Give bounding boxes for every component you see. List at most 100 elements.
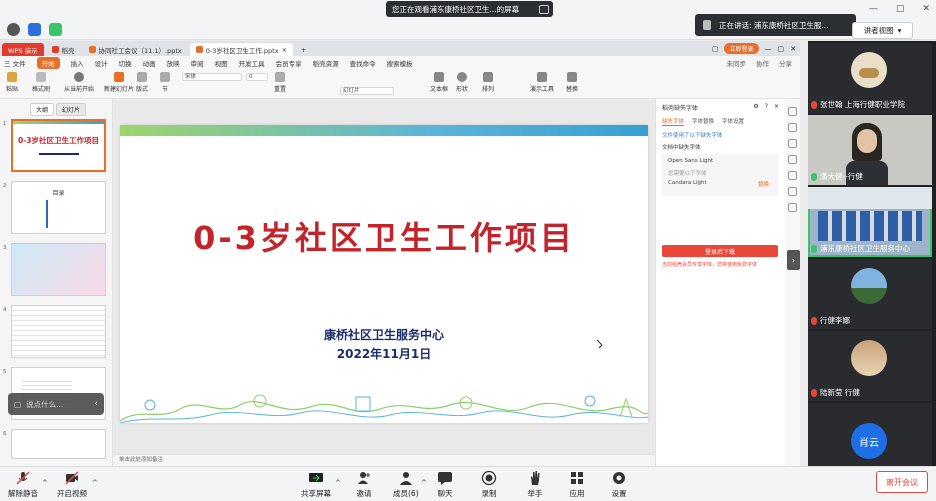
leave-meeting-button[interactable]: 离开会议	[876, 471, 928, 493]
menu-member[interactable]: 会员专享	[276, 58, 302, 68]
share-icon[interactable]	[788, 171, 797, 180]
shield-icon[interactable]	[28, 23, 41, 36]
chat-quick-input[interactable]: ▢ 说点什么... ‹	[8, 393, 104, 415]
menu-review[interactable]: 审阅	[191, 58, 204, 68]
menu-slideshow[interactable]: 放映	[167, 58, 180, 68]
sync-status[interactable]: 未同步	[727, 58, 747, 68]
unmute-button[interactable]: 解除静音	[8, 470, 38, 499]
tab-file-meeting[interactable]: 协同社工会议（11.1）.pptx	[83, 43, 188, 56]
missing-font-link[interactable]: 文件使用了以下缺失字体	[662, 131, 723, 139]
new-slide-button[interactable]: 新建幻灯片	[104, 72, 134, 93]
paste-button[interactable]: 粘贴	[6, 72, 18, 93]
view-mode-button[interactable]: 讲者视图 ▾	[852, 22, 913, 39]
chat-button[interactable]: 聊天	[437, 470, 453, 499]
menu-developer[interactable]: 开发工具	[239, 58, 265, 68]
share-button[interactable]: 分享	[779, 58, 792, 68]
participant-tile[interactable]: 张世翰 上海行健职业学院	[808, 43, 932, 113]
start-video-button[interactable]: 开启视频	[57, 470, 87, 499]
slide-thumb-2[interactable]: 目录	[11, 181, 106, 234]
replace-button[interactable]: 替换	[566, 72, 578, 93]
chevron-up-icon[interactable]: ^	[335, 479, 341, 487]
maximize-icon[interactable]: ▢	[896, 4, 905, 14]
collab-button[interactable]: 协作	[756, 58, 769, 68]
select-icon[interactable]	[788, 107, 797, 116]
participant-tile[interactable]: 陆新莹 行健	[808, 331, 932, 401]
menu-view[interactable]: 视图	[215, 58, 228, 68]
download-fonts-button[interactable]: 登录后下载	[662, 245, 778, 257]
minimize-icon[interactable]: —	[765, 45, 772, 53]
chevron-left-icon[interactable]: ‹	[94, 399, 98, 409]
menu-docer[interactable]: 稻壳资源	[313, 58, 339, 68]
current-slide[interactable]: 0-3岁社区卫生工作项目 康桥社区卫生服务中心 2022年11月1日	[120, 125, 648, 423]
settings-button[interactable]: 设置	[611, 470, 627, 499]
font-size-select[interactable]: 0	[246, 73, 268, 81]
record-button[interactable]: 录制	[481, 470, 497, 499]
chevron-up-icon[interactable]: ^	[92, 479, 98, 487]
chevron-up-icon[interactable]: ^	[421, 479, 427, 487]
expand-icon[interactable]	[539, 4, 549, 14]
invite-button[interactable]: 邀请	[356, 470, 372, 499]
format-painter-button[interactable]: 格式刷	[32, 72, 50, 93]
slide-thumb-3[interactable]	[11, 243, 106, 296]
replace-font-link[interactable]: 替换	[758, 180, 769, 188]
viewing-screen-banner[interactable]: 您正在观看浦东康桥社区卫生...的屏幕	[386, 1, 553, 17]
font-family-select[interactable]: 宋体	[182, 73, 242, 81]
menu-search-command[interactable]: 查找命令	[350, 58, 376, 68]
tab-file-current[interactable]: 0-3岁社区卫生工作.pptx ×	[189, 43, 294, 56]
maximize-icon[interactable]: ▢	[778, 45, 785, 53]
settings-icon[interactable]	[788, 187, 797, 196]
help-icon[interactable]	[788, 203, 797, 212]
apps-button[interactable]: 应用	[569, 470, 585, 499]
window-layout-icon[interactable]: ▢	[712, 45, 719, 53]
menu-insert[interactable]: 插入	[71, 58, 84, 68]
slide-field[interactable]: 幻灯片	[340, 87, 394, 95]
menu-design[interactable]: 设计	[95, 58, 108, 68]
new-tab-button[interactable]: +	[295, 43, 312, 56]
close-icon[interactable]: ✕	[922, 4, 930, 14]
play-from-current-button[interactable]: 从当前开始	[64, 72, 94, 93]
backup-icon[interactable]	[788, 155, 797, 164]
participant-tile[interactable]: 行健李娜	[808, 259, 932, 329]
participant-tile[interactable]: 潘大健--行健	[808, 115, 932, 185]
menu-home[interactable]: 开始	[36, 56, 60, 69]
menu-search-template[interactable]: 搜索模板	[387, 58, 413, 68]
chevron-up-icon[interactable]: ^	[42, 479, 48, 487]
menu-transition[interactable]: 切换	[119, 58, 132, 68]
menu-animation[interactable]: 动画	[143, 58, 156, 68]
tab-outline[interactable]: 大纲	[30, 103, 55, 116]
login-button[interactable]: 立即登录	[724, 43, 759, 54]
minimize-icon[interactable]: —	[869, 4, 878, 14]
slide-thumb-6[interactable]	[11, 429, 106, 459]
tab-missing-fonts[interactable]: 缺失字体	[662, 117, 685, 126]
notes-bar[interactable]: 单击此处添加备注	[113, 454, 655, 466]
collapse-panel-button[interactable]: ›	[787, 250, 800, 270]
tab-wps-home[interactable]: WPS 演示	[2, 43, 44, 56]
participant-tile-speaking[interactable]: 浦东康桥社区卫生服务中心	[808, 187, 932, 257]
shape-button[interactable]: 形状	[456, 72, 468, 93]
close-tab-icon[interactable]: ×	[282, 46, 287, 54]
members-button[interactable]: 成员(6)	[393, 470, 419, 499]
raise-hand-button[interactable]: 举手	[527, 470, 543, 499]
tab-slides[interactable]: 幻灯片	[56, 103, 87, 116]
share-screen-button[interactable]: 共享屏幕	[301, 470, 331, 499]
arrange-button[interactable]: 排列	[482, 72, 494, 93]
signal-icon[interactable]	[49, 23, 62, 36]
close-icon[interactable]: ×	[774, 103, 779, 110]
slide-thumb-1[interactable]: 0-3岁社区卫生工作项目	[11, 119, 106, 172]
style-icon[interactable]	[788, 123, 797, 132]
reset-button[interactable]: 重置	[274, 72, 286, 93]
animation-icon[interactable]	[788, 139, 797, 148]
participant-tile[interactable]: 肖云	[808, 403, 932, 473]
menu-file[interactable]: 三 文件	[4, 58, 26, 68]
close-icon[interactable]: ✕	[790, 45, 796, 53]
textbox-button[interactable]: 文本框	[430, 72, 448, 93]
tab-docer[interactable]: 稻壳	[46, 43, 81, 56]
slide-thumb-4[interactable]	[11, 305, 106, 358]
presentation-tools-button[interactable]: 演示工具	[530, 72, 554, 93]
tab-font-replace[interactable]: 字体替换	[692, 117, 714, 126]
gear-icon[interactable]: ⚙	[753, 103, 758, 110]
info-icon[interactable]	[7, 23, 20, 36]
section-button[interactable]: 节	[160, 72, 170, 93]
help-icon[interactable]: ?	[765, 103, 768, 110]
layout-button[interactable]: 版式	[136, 72, 148, 93]
